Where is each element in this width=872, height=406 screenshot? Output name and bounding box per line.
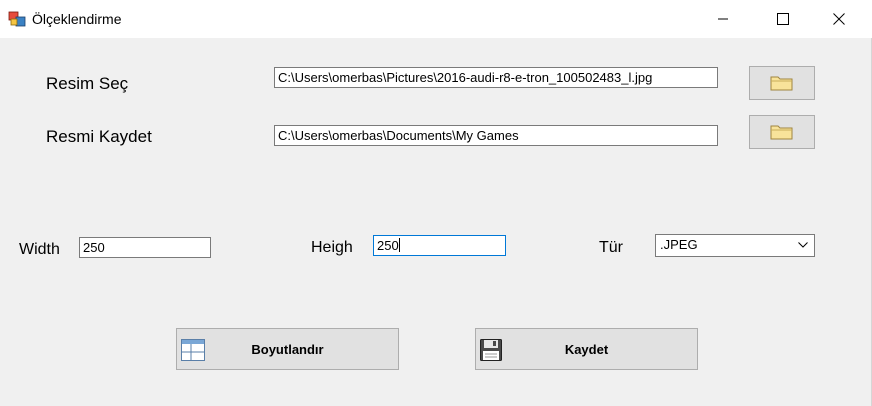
close-button[interactable] — [816, 0, 862, 38]
folder-icon — [770, 76, 793, 91]
resmi-kaydet-label: Resmi Kaydet — [46, 127, 152, 146]
heigh-value: 250 — [377, 238, 399, 253]
boyutlandir-label: Boyutlandır — [251, 342, 324, 357]
title-bar: Ölçeklendirme — [0, 0, 872, 38]
resim-sec-path-input[interactable]: C:\Users\omerbas\Pictures\2016-audi-r8-e… — [274, 67, 718, 88]
resim-sec-browse-button[interactable] — [749, 66, 815, 100]
heigh-label: Heigh — [311, 239, 353, 256]
tur-dropdown[interactable]: .JPEG — [655, 234, 815, 257]
app-icon[interactable] — [8, 10, 26, 28]
kaydet-button[interactable]: Kaydet — [475, 328, 698, 370]
tur-label: Tür — [599, 239, 623, 256]
window-title: Ölçeklendirme — [32, 11, 122, 27]
chevron-down-icon — [798, 242, 808, 248]
close-icon — [833, 13, 845, 25]
resmi-kaydet-browse-button[interactable] — [749, 115, 815, 149]
resmi-kaydet-path-input[interactable]: C:\Users\omerbas\Documents\My Games — [274, 125, 718, 146]
width-input[interactable]: 250 — [79, 237, 211, 258]
text-caret — [398, 238, 400, 252]
kaydet-label: Kaydet — [564, 342, 609, 357]
boyutlandir-button[interactable]: Boyutlandır — [176, 328, 399, 370]
maximize-icon — [777, 13, 789, 25]
heigh-input[interactable]: 250 — [373, 235, 506, 256]
width-label: Width — [19, 241, 60, 258]
tur-selected-value: .JPEG — [660, 237, 698, 252]
maximize-button[interactable] — [760, 0, 806, 38]
minimize-button[interactable] — [700, 0, 746, 38]
resim-sec-label: Resim Seç — [46, 74, 129, 93]
folder-icon — [770, 125, 793, 140]
minimize-icon — [718, 18, 728, 20]
